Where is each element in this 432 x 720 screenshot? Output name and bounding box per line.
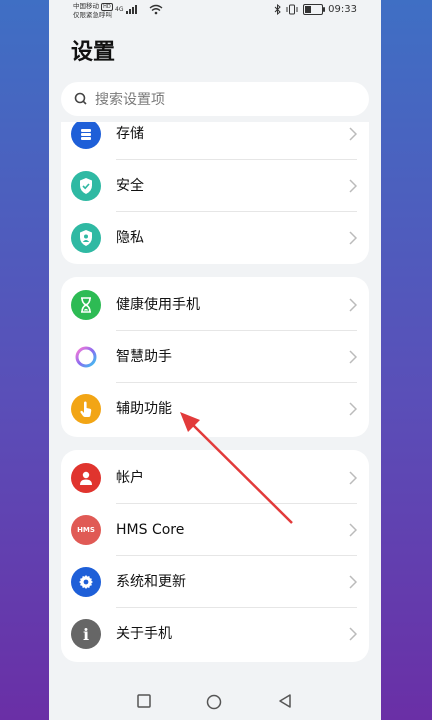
carrier-status: 仅限紧急呼叫 [73, 11, 112, 19]
settings-item-label: 隐私 [116, 230, 144, 246]
carrier-info: 中国移动 HD 仅限紧急呼叫 [73, 2, 113, 19]
privacy-shield-icon [71, 223, 101, 253]
chevron-right-icon [349, 350, 357, 364]
settings-item-label: 系统和更新 [116, 574, 186, 590]
settings-group-security: 存储 安全 隐私 [61, 122, 369, 264]
search-placeholder: 搜索设置项 [95, 92, 165, 108]
info-icon-text: i [82, 624, 90, 644]
settings-group-account: 帐户 HMS HMS Core 系统和更新 i 关于手机 [61, 450, 369, 662]
clock: 09:33 [328, 4, 357, 15]
storage-icon [71, 122, 101, 149]
chevron-right-icon [349, 179, 357, 193]
chevron-right-icon [349, 575, 357, 589]
settings-item-label: 帐户 [116, 470, 144, 486]
signal-label: 4G [115, 6, 124, 13]
chevron-right-icon [349, 127, 357, 141]
settings-item-about-phone[interactable]: i 关于手机 [61, 608, 369, 660]
carrier-name: 中国移动 [73, 2, 99, 10]
vibrate-icon [286, 4, 298, 15]
phone-screen: 中国移动 HD 仅限紧急呼叫 4G 09:33 设置 搜索设置项 存储 安全 隐… [49, 0, 381, 720]
gear-icon [71, 567, 101, 597]
assistant-ring-icon [71, 342, 101, 372]
signal-icon: 4G [115, 5, 142, 14]
settings-item-smart-assistant[interactable]: 智慧助手 [61, 331, 369, 383]
settings-item-hms-core[interactable]: HMS HMS Core [61, 504, 369, 556]
home-icon[interactable] [206, 694, 222, 710]
search-input[interactable]: 搜索设置项 [61, 82, 369, 116]
chevron-right-icon [349, 231, 357, 245]
hms-icon-text: HMS [77, 526, 95, 534]
info-icon: i [71, 619, 101, 649]
settings-item-label: 存储 [116, 126, 144, 142]
settings-item-label: 安全 [116, 178, 144, 194]
settings-item-privacy[interactable]: 隐私 [61, 212, 369, 264]
settings-group-assist: 健康使用手机 智慧助手 辅助功能 [61, 277, 369, 437]
navigation-bar [49, 686, 381, 720]
chevron-right-icon [349, 627, 357, 641]
settings-item-label: 智慧助手 [116, 349, 172, 365]
chevron-right-icon [349, 523, 357, 537]
settings-item-storage[interactable]: 存储 [61, 122, 369, 160]
settings-item-digital-balance[interactable]: 健康使用手机 [61, 279, 369, 331]
battery-icon [303, 4, 326, 15]
back-icon[interactable] [278, 694, 292, 708]
wifi-icon [149, 4, 163, 15]
hd-badge: HD [101, 3, 113, 11]
page-title: 设置 [71, 40, 116, 65]
chevron-right-icon [349, 298, 357, 312]
hourglass-icon [71, 290, 101, 320]
settings-item-system-update[interactable]: 系统和更新 [61, 556, 369, 608]
user-icon [71, 463, 101, 493]
settings-item-security[interactable]: 安全 [61, 160, 369, 212]
settings-item-accessibility[interactable]: 辅助功能 [61, 383, 369, 435]
settings-item-label: 关于手机 [116, 626, 172, 642]
settings-item-label: 辅助功能 [116, 401, 172, 417]
hms-icon: HMS [71, 515, 101, 545]
bluetooth-icon [274, 4, 281, 15]
settings-item-label: HMS Core [116, 522, 185, 538]
status-bar: 中国移动 HD 仅限紧急呼叫 4G 09:33 [49, 0, 381, 22]
search-icon [74, 92, 87, 105]
shield-check-icon [71, 171, 101, 201]
status-right: 09:33 [274, 4, 357, 15]
settings-item-label: 健康使用手机 [116, 297, 200, 313]
settings-item-account[interactable]: 帐户 [61, 452, 369, 504]
recent-apps-icon[interactable] [137, 694, 151, 708]
chevron-right-icon [349, 471, 357, 485]
chevron-right-icon [349, 402, 357, 416]
hand-tap-icon [71, 394, 101, 424]
